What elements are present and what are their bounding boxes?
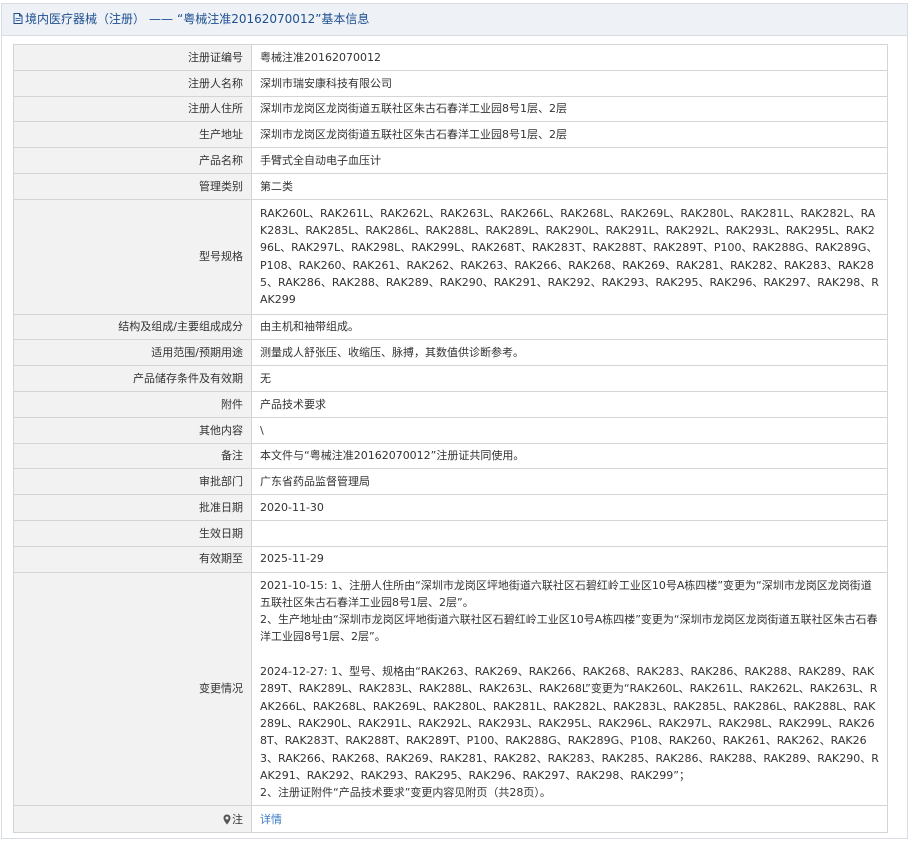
- row-value: 测量成人舒张压、收缩压、脉搏，其数值供诊断参考。: [251, 339, 888, 367]
- table-row: 注册人住所 深圳市龙岗区龙岗街道五联社区朱古石春洋工业园8号1层、2层: [13, 95, 888, 123]
- note-label-cell: 注: [13, 805, 252, 834]
- table-row: 变更情况 2021-10-15: 1、注册人住所由“深圳市龙岗区坪地街道六联社区…: [13, 571, 888, 807]
- map-pin-icon: [223, 813, 231, 825]
- change-entry-1-line-2: 2、生产地址由“深圳市龙岗区坪地街道六联社区石碧红岭工业区10号A栋四楼”变更为…: [260, 613, 878, 644]
- title-registration: “粤械注准20162070012”基本信息: [177, 12, 370, 26]
- table-row: 结构及组成/主要组成成分 由主机和袖带组成。: [13, 313, 888, 341]
- document-icon: [13, 5, 23, 24]
- table-row: 管理类别 第二类: [13, 172, 888, 200]
- row-value: 深圳市瑞安康科技有限公司: [251, 69, 888, 97]
- row-label: 生产地址: [13, 121, 252, 149]
- row-label: 附件: [13, 390, 252, 418]
- row-label: 适用范围/预期用途: [13, 339, 252, 367]
- table-row: 注册证编号 粤械注准20162070012: [13, 44, 888, 71]
- table-row: 生产地址 深圳市龙岗区龙岗街道五联社区朱古石春洋工业园8号1层、2层: [13, 121, 888, 149]
- row-value: 深圳市龙岗区龙岗街道五联社区朱古石春洋工业园8号1层、2层: [251, 95, 888, 123]
- table-row: 有效期至 2025-11-29: [13, 545, 888, 573]
- row-label: 注册证编号: [13, 44, 252, 71]
- note-label: 注: [232, 812, 243, 826]
- table-row: 型号规格 RAK260L、RAK261L、RAK262L、RAK263L、RAK…: [13, 198, 888, 315]
- note-value: 详情: [251, 805, 888, 834]
- row-label: 注册人住所: [13, 95, 252, 123]
- row-label: 管理类别: [13, 172, 252, 200]
- row-label: 注册人名称: [13, 69, 252, 97]
- table-row: 审批部门 广东省药品监督管理局: [13, 468, 888, 496]
- row-value: [251, 519, 888, 547]
- table-row: 批准日期 2020-11-30: [13, 494, 888, 521]
- info-table: 注册证编号 粤械注准20162070012 注册人名称 深圳市瑞安康科技有限公司…: [13, 44, 888, 834]
- row-value: 无: [251, 365, 888, 392]
- table-row: 注 详情: [13, 805, 888, 834]
- row-label: 变更情况: [13, 571, 252, 807]
- row-value: 手臂式全自动电子血压计: [251, 147, 888, 174]
- row-label: 其他内容: [13, 416, 252, 444]
- row-value: 广东省药品监督管理局: [251, 468, 888, 496]
- row-label: 型号规格: [13, 198, 252, 315]
- row-label: 结构及组成/主要组成成分: [13, 313, 252, 341]
- row-label: 产品名称: [13, 147, 252, 174]
- row-value: 2025-11-29: [251, 545, 888, 573]
- row-value: \: [251, 416, 888, 444]
- table-row: 适用范围/预期用途 测量成人舒张压、收缩压、脉搏，其数值供诊断参考。: [13, 339, 888, 367]
- table-row: 附件 产品技术要求: [13, 390, 888, 418]
- row-label: 审批部门: [13, 468, 252, 496]
- row-label: 产品储存条件及有效期: [13, 365, 252, 392]
- row-label: 有效期至: [13, 545, 252, 573]
- change-entry-2-line-2: 2、注册证附件“产品技术要求”变更内容见附页（共28页）。: [260, 786, 551, 800]
- table-row: 备注 本文件与“粤械注准20162070012”注册证共同使用。: [13, 442, 888, 470]
- row-value: 深圳市龙岗区龙岗街道五联社区朱古石春洋工业园8号1层、2层: [251, 121, 888, 149]
- row-label: 生效日期: [13, 519, 252, 547]
- row-value: RAK260L、RAK261L、RAK262L、RAK263L、RAK266L、…: [251, 198, 888, 315]
- row-value: 粤械注准20162070012: [251, 44, 888, 71]
- title-dash: ——: [149, 12, 174, 26]
- row-value: 产品技术要求: [251, 390, 888, 418]
- row-value: 本文件与“粤械注准20162070012”注册证共同使用。: [251, 442, 888, 470]
- title-prefix: 境内医疗器械（注册）: [25, 12, 146, 26]
- row-label: 批准日期: [13, 494, 252, 521]
- table-row: 产品名称 手臂式全自动电子血压计: [13, 147, 888, 174]
- change-spacer: [260, 646, 879, 663]
- table-row: 生效日期: [13, 519, 888, 547]
- table-row: 其他内容 \: [13, 416, 888, 444]
- change-entry-1-line-1: 2021-10-15: 1、注册人住所由“深圳市龙岗区坪地街道六联社区石碧红岭工…: [260, 578, 872, 609]
- details-link[interactable]: 详情: [260, 813, 282, 826]
- row-value: 2020-11-30: [251, 494, 888, 521]
- row-value: 由主机和袖带组成。: [251, 313, 888, 341]
- panel-title: 境内医疗器械（注册） —— “粤械注准20162070012”基本信息: [2, 4, 907, 36]
- changes-value: 2021-10-15: 1、注册人住所由“深圳市龙岗区坪地街道六联社区石碧红岭工…: [251, 571, 888, 807]
- registration-info-panel: 境内医疗器械（注册） —— “粤械注准20162070012”基本信息 注册证编号 …: [1, 3, 908, 839]
- change-entry-2-line-1: 2024-12-27: 1、型号、规格由“RAK263、RAK269、RAK26…: [260, 665, 879, 782]
- table-row: 产品储存条件及有效期 无: [13, 365, 888, 392]
- row-label: 备注: [13, 442, 252, 470]
- table-row: 注册人名称 深圳市瑞安康科技有限公司: [13, 69, 888, 97]
- row-value: 第二类: [251, 172, 888, 200]
